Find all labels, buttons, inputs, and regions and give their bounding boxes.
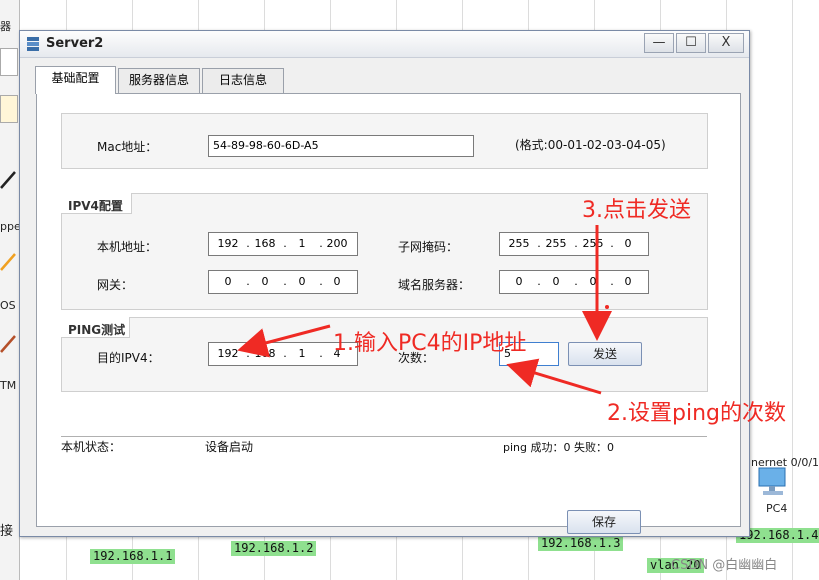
server2-window: Server2 — ☐ X 基础配置 服务器信息 日志信息 Mac地址： 54-… [19,30,750,537]
local-ip-label: 本机地址： [97,240,158,254]
pc4-icon[interactable] [755,466,791,496]
router-icon[interactable] [0,48,18,76]
tab-server-info[interactable]: 服务器信息 [118,68,200,93]
palette-label: TM [0,379,17,392]
console-cable-icon[interactable] [0,330,16,356]
palette-label: 接 [0,524,14,539]
mac-field[interactable]: 54-89-98-60-6D-A5 [208,135,474,157]
annotation-set-count: 2.设置ping的次数 [607,401,786,426]
basic-config-panel: Mac地址： 54-89-98-60-6D-A5 (格式:00-01-02-03… [36,93,741,534]
switch-icon[interactable] [0,95,18,123]
dns-server-field[interactable]: 0. 0. 0. 0 [499,270,649,294]
palette-label: 器 [0,20,11,33]
server-icon [26,36,40,52]
window-titlebar[interactable]: Server2 — ☐ X [20,31,749,58]
ipv4-section-title: IPV4配置 [68,199,123,213]
serial-cable-icon[interactable] [0,248,16,274]
palette-label: ppe [0,220,19,233]
mac-section: Mac地址： 54-89-98-60-6D-A5 (格式:00-01-02-03… [61,113,708,169]
send-button[interactable]: 发送 [568,342,642,366]
annotation-enter-ip: 1.输入PC4的IP地址 [333,331,527,356]
ping-result: ping 成功：0 失败：0 [503,441,614,454]
pc4-label: PC4 [766,502,788,515]
maximize-button[interactable]: ☐ [676,33,706,53]
cable-icon[interactable] [0,166,16,192]
gateway-label: 网关： [97,278,134,292]
ip-badge: 192.168.1.1 [90,549,176,564]
local-ip-field[interactable]: 192. 168. 1. 200 [208,232,358,256]
subnet-mask-label: 子网掩码： [398,240,459,254]
minimize-button[interactable]: — [644,33,674,53]
ip-badge: 192.168.1.2 [231,541,317,556]
palette-label: OS [0,299,16,312]
ping-section-title: PING测试 [68,323,126,337]
host-status-value: 设备启动 [205,440,254,454]
window-title: Server2 [46,36,104,51]
watermark: CSDN @白幽幽白 [671,558,778,573]
mac-format-hint: (格式:00-01-02-03-04-05) [515,138,666,152]
mac-label: Mac地址： [97,140,158,154]
status-divider [61,436,707,437]
close-button[interactable]: X [708,33,744,53]
host-status-label: 本机状态： [61,440,122,454]
dns-server-label: 域名服务器： [398,278,471,292]
gateway-field[interactable]: 0. 0. 0. 0 [208,270,358,294]
device-palette: 器 ppe OS TM 接 [0,0,20,580]
tab-log-info[interactable]: 日志信息 [202,68,284,93]
ip-badge: 192.168.1.3 [538,536,624,551]
tab-basic-config[interactable]: 基础配置 [35,66,116,94]
dest-ip-label: 目的IPV4： [97,351,160,365]
annotation-click-send: 3.点击发送 [582,198,691,223]
save-button[interactable]: 保存 [567,510,641,534]
subnet-mask-field[interactable]: 255. 255. 255. 0 [499,232,649,256]
